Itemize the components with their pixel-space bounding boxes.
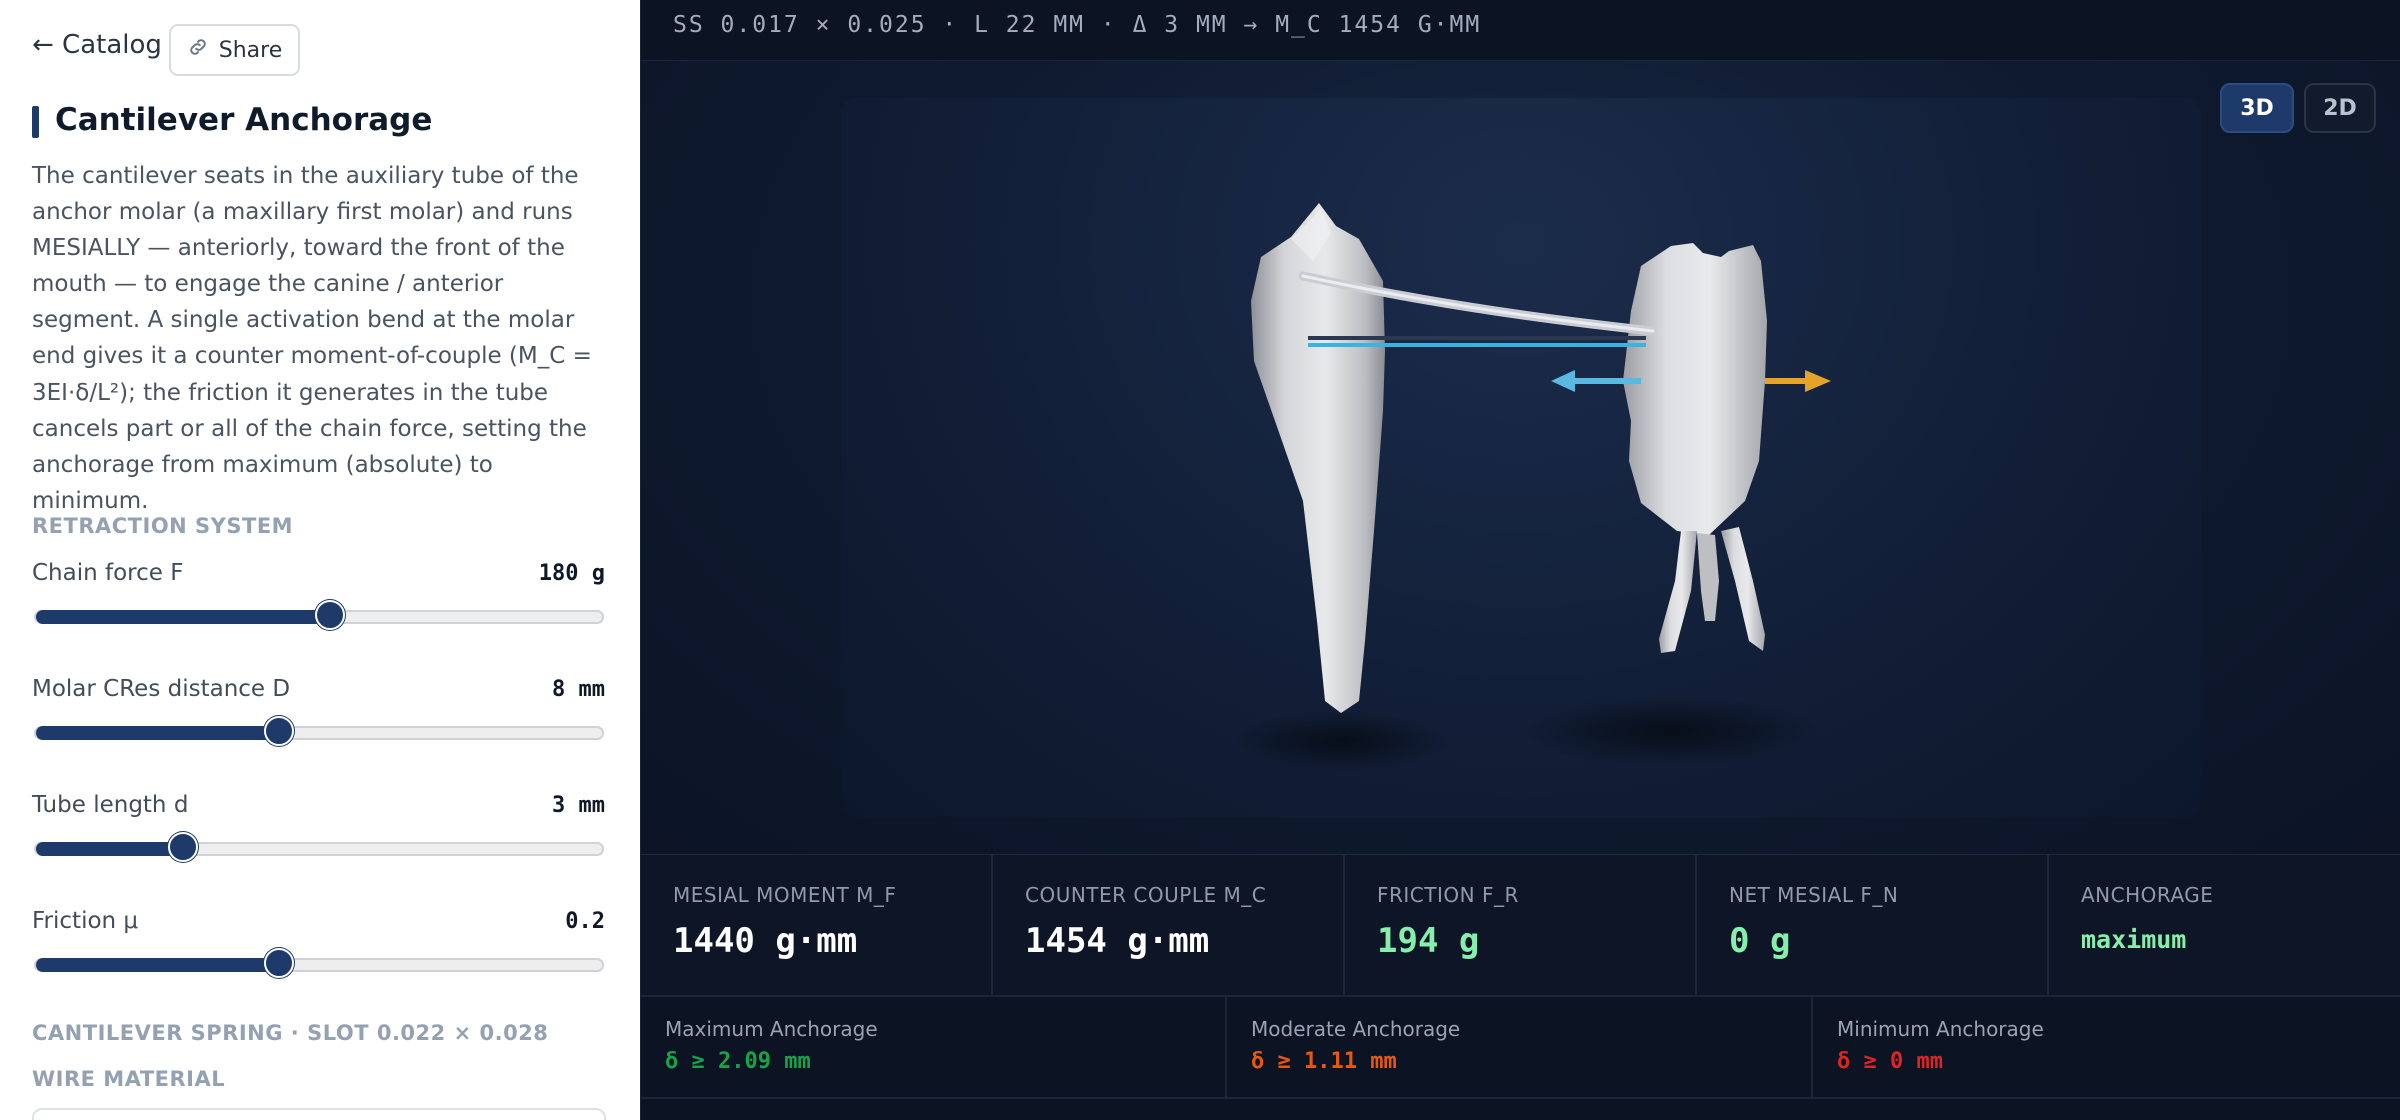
slider-thumb[interactable]: [168, 832, 199, 862]
metric-label: MESIAL MOMENT M_F: [673, 883, 897, 907]
description-text: The cantilever seats in the auxiliary tu…: [32, 163, 592, 514]
scale-minimum: Minimum Anchorage δ ≥ 0 mm: [1813, 997, 2400, 1097]
metric-anchorage: ANCHORAGE maximum: [2049, 855, 2400, 996]
canine-shadow: [1231, 711, 1451, 771]
formula-readout: SS 0.017 × 0.025 · L 22 MM · Δ 3 MM → M_…: [673, 12, 1482, 38]
metric-label: NET MESIAL F_N: [1729, 883, 1899, 907]
friction-slider[interactable]: [34, 948, 604, 978]
metric-label: FRICTION F_R: [1377, 883, 1519, 907]
section-retraction-system: RETRACTION SYSTEM: [32, 514, 294, 538]
metric-value: 1454 g·mm: [1025, 921, 1210, 961]
section-cantilever-spring: CANTILEVER SPRING · SLOT 0.022 × 0.028: [32, 1021, 549, 1045]
slider-thumb[interactable]: [264, 716, 295, 746]
back-to-catalog-link[interactable]: ← Catalog: [32, 30, 162, 60]
viewer-area: SS 0.017 × 0.025 · L 22 MM · Δ 3 MM → M_…: [640, 0, 2400, 1120]
metric-value: 194 g: [1377, 921, 1480, 961]
slider-thumb[interactable]: [315, 600, 346, 630]
title-accent-bar: [32, 106, 39, 138]
share-button[interactable]: Share: [169, 24, 300, 76]
wire-material-select[interactable]: [32, 1108, 606, 1120]
scale-label: Moderate Anchorage: [1251, 1017, 1461, 1041]
link-icon: [187, 36, 209, 64]
slider-fill: [36, 726, 280, 740]
slider-label-chain-force: Chain force F: [32, 560, 184, 586]
scale-maximum: Maximum Anchorage δ ≥ 2.09 mm: [641, 997, 1227, 1097]
metric-value: 0 g: [1729, 921, 1791, 961]
slider-fill: [36, 842, 184, 856]
metric-label: ANCHORAGE: [2081, 883, 2214, 907]
metric-mesial-moment: MESIAL MOMENT M_F 1440 g·mm: [641, 855, 993, 996]
page-title: Cantilever Anchorage: [55, 102, 433, 138]
slider-label-friction: Friction μ: [32, 908, 139, 934]
slider-label-tube-length: Tube length d: [32, 792, 189, 818]
control-panel: ← Catalog Share Cantilever Anchorage The…: [0, 0, 640, 1120]
metrics-row: MESIAL MOMENT M_F 1440 g·mm COUNTER COUP…: [641, 854, 2400, 996]
chain-force-arrow: [1765, 370, 1831, 392]
scale-value: δ ≥ 1.11 mm: [1251, 1049, 1397, 1074]
metric-value: 1440 g·mm: [673, 921, 858, 961]
scale-moderate: Moderate Anchorage δ ≥ 1.11 mm: [1227, 997, 1813, 1097]
anchorage-scale: Maximum Anchorage δ ≥ 2.09 mm Moderate A…: [641, 995, 2400, 1099]
slider-value-friction: 0.2: [565, 909, 605, 934]
section-wire-material: WIRE MATERIAL: [32, 1067, 226, 1091]
3d-viewport[interactable]: 3D 2D: [641, 61, 2400, 854]
molar-cres-distance-slider[interactable]: [34, 716, 604, 746]
molar-shadow: [1521, 696, 1821, 766]
view-3d-button[interactable]: 3D: [2220, 83, 2294, 133]
metric-label: COUNTER COUPLE M_C: [1025, 883, 1267, 907]
molar-tooth: [1623, 243, 1767, 653]
tube-length-slider[interactable]: [34, 832, 604, 862]
tooth-scene[interactable]: [641, 61, 2400, 854]
slider-value-chain-force: 180 g: [538, 561, 605, 586]
metric-counter-couple: COUNTER COUPLE M_C 1454 g·mm: [993, 855, 1345, 996]
scale-value: δ ≥ 2.09 mm: [665, 1049, 811, 1074]
metric-friction: FRICTION F_R 194 g: [1345, 855, 1697, 996]
slider-label-molar-cres-distance: Molar CRes distance D: [32, 676, 291, 702]
chain-force-slider[interactable]: [34, 600, 604, 630]
slider-fill: [36, 958, 280, 972]
view-2d-button[interactable]: 2D: [2304, 83, 2376, 133]
scale-value: δ ≥ 0 mm: [1837, 1049, 1943, 1074]
scale-label: Minimum Anchorage: [1837, 1017, 2044, 1041]
slider-value-tube-length: 3 mm: [552, 793, 605, 818]
slider-fill: [36, 610, 331, 624]
slider-thumb[interactable]: [264, 948, 295, 978]
share-label: Share: [218, 37, 283, 63]
metric-net-mesial: NET MESIAL F_N 0 g: [1697, 855, 2049, 996]
metric-value: maximum: [2081, 925, 2187, 954]
scale-label: Maximum Anchorage: [665, 1017, 878, 1041]
slider-value-molar-cres-distance: 8 mm: [552, 677, 605, 702]
